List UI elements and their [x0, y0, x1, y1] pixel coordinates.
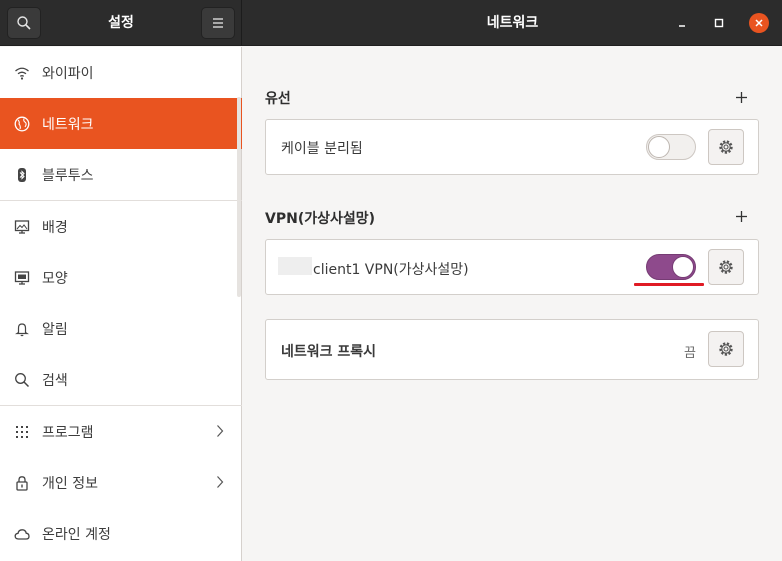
plus-icon: [735, 210, 747, 222]
sidebar-item-privacy[interactable]: 개인 정보: [0, 457, 242, 508]
globe-icon: [14, 116, 30, 132]
sidebar-item-wifi[interactable]: 와이파이: [0, 47, 242, 98]
vpn-connection-row: client1 VPN(가상사설망): [265, 239, 759, 295]
background-icon: [14, 219, 30, 235]
wired-connection-row: 케이블 분리됨: [265, 119, 759, 175]
add-vpn-button[interactable]: [731, 206, 751, 226]
sidebar-item-label: 검색: [42, 372, 68, 389]
sidebar-item-background[interactable]: 배경: [0, 201, 242, 252]
search-icon: [14, 372, 30, 388]
maximize-button[interactable]: [709, 13, 729, 33]
sidebar-item-label: 온라인 계정: [42, 526, 111, 543]
gear-icon: [719, 342, 733, 356]
network-proxy-row[interactable]: 네트워크 프록시 끔: [265, 319, 759, 380]
lock-icon: [14, 475, 30, 491]
close-icon: [755, 19, 763, 27]
sidebar-item-label: 프로그램: [42, 424, 94, 441]
sidebar-item-label: 네트워크: [42, 116, 94, 133]
sidebar-item-appearance[interactable]: 모양: [0, 252, 242, 303]
sidebar-scrollbar[interactable]: [237, 97, 241, 297]
network-proxy-label: 네트워크 프록시: [281, 344, 377, 360]
search-icon: [17, 16, 31, 30]
bell-icon: [14, 321, 30, 337]
sidebar-item-search[interactable]: 검색: [0, 354, 242, 405]
page-title: 네트워크: [486, 15, 539, 31]
sidebar-item-network[interactable]: 네트워크: [0, 98, 242, 149]
sidebar-item-label: 와이파이: [42, 65, 94, 82]
vpn-section-title: VPN(가상사설망): [265, 211, 376, 227]
toggle-knob: [648, 136, 670, 158]
redacted-text-block: [278, 257, 312, 275]
sidebar: 와이파이 네트워크 블루투스 배경 모양 알림 검색 프로그램 개인 정보 온라…: [0, 47, 242, 561]
minimize-button[interactable]: [672, 13, 692, 33]
plus-icon: [735, 91, 747, 103]
appearance-icon: [14, 270, 30, 286]
cloud-icon: [14, 526, 30, 542]
sidebar-item-label: 알림: [42, 321, 68, 338]
proxy-settings-button[interactable]: [708, 331, 744, 367]
minimize-icon: [679, 25, 685, 27]
sidebar-item-online-accounts[interactable]: 온라인 계정: [0, 508, 242, 559]
bluetooth-icon: [14, 167, 30, 183]
sidebar-item-label: 블루투스: [42, 167, 94, 184]
sidebar-item-applications[interactable]: 프로그램: [0, 406, 242, 457]
wifi-icon: [14, 65, 30, 81]
search-button[interactable]: [7, 7, 41, 39]
gear-icon: [719, 260, 733, 274]
sidebar-item-label: 배경: [42, 219, 68, 236]
sidebar-item-notifications[interactable]: 알림: [0, 303, 242, 354]
hamburger-menu-icon: [213, 18, 223, 28]
sidebar-item-label: 모양: [42, 270, 68, 287]
vpn-settings-button[interactable]: [708, 249, 744, 285]
maximize-icon: [714, 18, 724, 28]
wired-connection-label: 케이블 분리됨: [281, 141, 363, 157]
wired-section-title: 유선: [265, 91, 291, 107]
apps-grid-icon: [14, 424, 30, 440]
wired-settings-button[interactable]: [708, 129, 744, 165]
vpn-toggle[interactable]: [646, 254, 696, 280]
wired-toggle[interactable]: [646, 134, 696, 160]
add-wired-button[interactable]: [731, 87, 751, 107]
sidebar-item-label: 개인 정보: [42, 475, 98, 492]
chevron-right-icon: [216, 424, 224, 442]
header-sidebar-area: 설정: [0, 0, 242, 46]
annotation-underline: [634, 283, 704, 286]
sidebar-item-bluetooth[interactable]: 블루투스: [0, 149, 242, 200]
main-panel: 유선 케이블 분리됨 VPN(가상사설망) client1 VPN(가상사설망): [243, 47, 782, 561]
proxy-status: 끔: [684, 346, 696, 361]
gear-icon: [719, 140, 733, 154]
toggle-knob: [672, 256, 694, 278]
chevron-right-icon: [216, 475, 224, 493]
settings-title: 설정: [108, 15, 134, 31]
menu-button[interactable]: [201, 7, 235, 39]
vpn-connection-label: client1 VPN(가상사설망): [313, 262, 469, 278]
header-bar: 설정 네트워크: [0, 0, 782, 46]
close-button[interactable]: [749, 13, 769, 33]
